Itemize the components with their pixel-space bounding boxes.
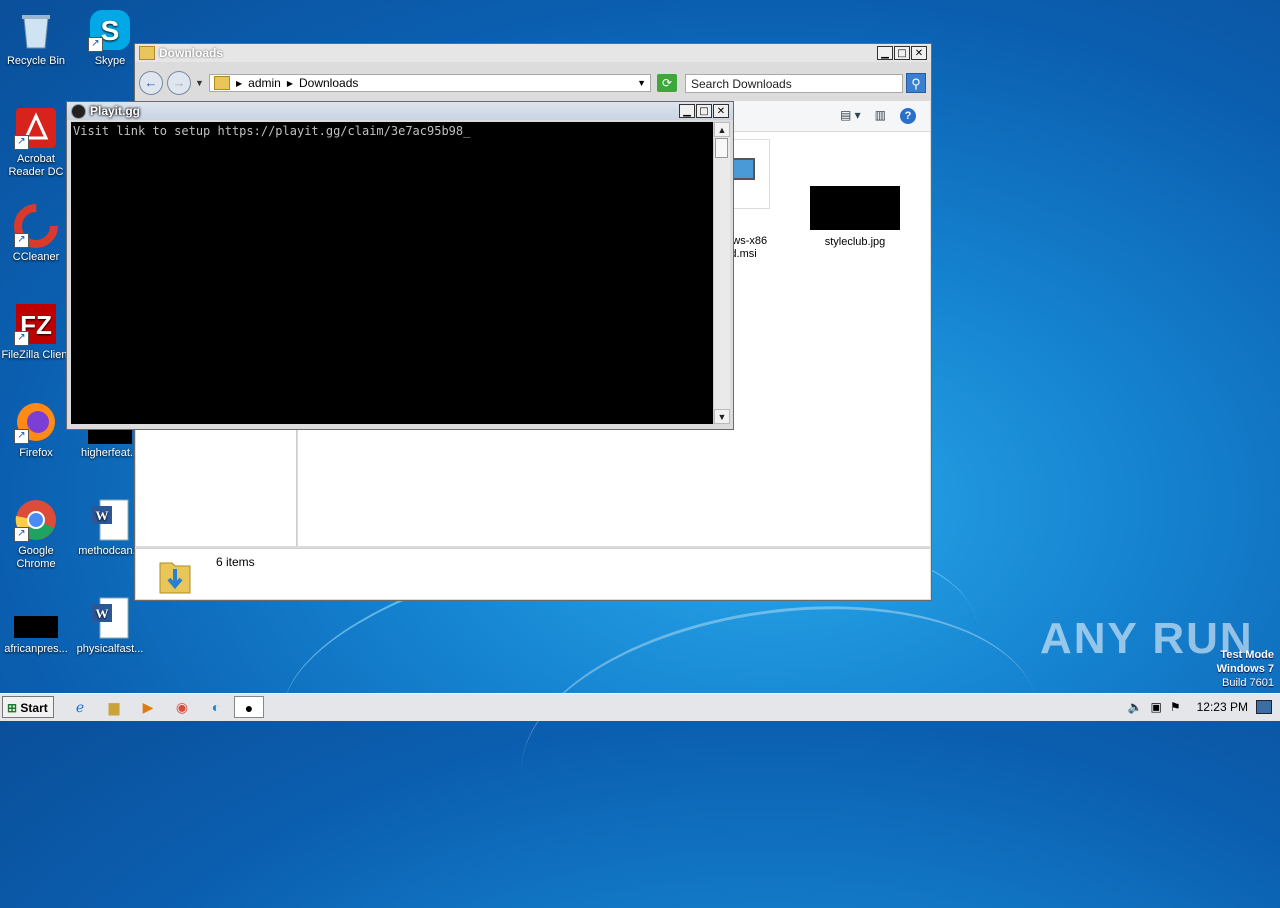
shortcut-arrow-icon: ↗ bbox=[14, 429, 29, 444]
media-player-taskbar-icon[interactable]: ▶ bbox=[134, 696, 162, 718]
shortcut-arrow-icon: ↗ bbox=[88, 37, 103, 52]
downloads-folder-icon bbox=[158, 555, 191, 594]
breadcrumb-downloads[interactable]: Downloads bbox=[299, 76, 358, 90]
desktop-icon-acrobat[interactable]: ↗ Acrobat Reader DC bbox=[0, 106, 72, 179]
scroll-up-icon[interactable]: ▲ bbox=[714, 122, 730, 137]
explorer-titlebar[interactable]: Downloads ▁ □ ✕ bbox=[135, 44, 931, 62]
word-document-icon: W bbox=[88, 498, 132, 542]
console-window[interactable]: Playit.gg ▁ □ ✕ Visit link to setup http… bbox=[66, 101, 734, 430]
desktop-icon-ccleaner[interactable]: ↗ CCleaner bbox=[0, 204, 72, 264]
desktop-icon-africanpres[interactable]: africanpres... bbox=[0, 596, 72, 656]
folder-icon bbox=[214, 76, 230, 90]
breadcrumb-separator-icon: ▶ bbox=[236, 78, 243, 88]
network-icon[interactable]: ▣ bbox=[1151, 700, 1162, 714]
status-bar: 6 items bbox=[136, 548, 930, 599]
address-bar[interactable]: ▶ admin ▶ Downloads ▼ bbox=[209, 74, 651, 92]
recent-pages-dropdown[interactable]: ▼ bbox=[195, 78, 204, 88]
ie-taskbar-icon[interactable]: ℯ bbox=[66, 696, 94, 718]
minimize-button[interactable]: ▁ bbox=[877, 46, 893, 60]
acrobat-reader-icon: ↗ bbox=[14, 106, 58, 150]
maximize-button[interactable]: □ bbox=[894, 46, 910, 60]
search-input[interactable]: Search Downloads bbox=[685, 74, 903, 93]
scroll-down-icon[interactable]: ▼ bbox=[714, 409, 730, 424]
breadcrumb-separator-icon: ▶ bbox=[286, 78, 293, 88]
scroll-thumb[interactable] bbox=[715, 138, 728, 158]
show-desktop-icon[interactable] bbox=[1256, 700, 1272, 714]
desktop-icon-chrome[interactable]: ↗ Google Chrome bbox=[0, 498, 72, 571]
image-thumbnail-icon bbox=[810, 186, 900, 230]
close-button[interactable]: ✕ bbox=[911, 46, 927, 60]
file-name: styleclub.jpg bbox=[824, 236, 886, 248]
windows-logo-icon: ⊞ bbox=[7, 701, 18, 715]
search-icon[interactable]: ⚲ bbox=[906, 73, 926, 93]
chrome-taskbar-icon[interactable]: ◉ bbox=[168, 696, 196, 718]
flag-icon[interactable]: ⚑ bbox=[1170, 700, 1181, 714]
file-item[interactable]: styleclub.jpg bbox=[804, 186, 906, 249]
address-dropdown-icon[interactable]: ▼ bbox=[637, 78, 646, 88]
svg-text:S: S bbox=[101, 15, 120, 46]
filezilla-icon: FZ ↗ bbox=[14, 302, 58, 346]
recycle-bin-icon bbox=[14, 8, 58, 52]
forward-button[interactable]: → bbox=[167, 71, 191, 95]
minimize-button[interactable]: ▁ bbox=[679, 104, 695, 118]
watermark-line: Test Mode bbox=[1220, 649, 1274, 661]
skype-icon: S ↗ bbox=[88, 8, 132, 52]
svg-text:W: W bbox=[96, 508, 109, 523]
shortcut-arrow-icon: ↗ bbox=[14, 331, 29, 346]
item-count: 6 items bbox=[216, 555, 255, 569]
explorer-taskbar-icon[interactable]: ▆ bbox=[100, 696, 128, 718]
back-button[interactable]: ← bbox=[139, 71, 163, 95]
desktop-icon-filezilla[interactable]: FZ ↗ FileZilla Client bbox=[0, 302, 72, 362]
help-icon[interactable]: ? bbox=[900, 108, 916, 124]
start-button[interactable]: ⊞ Start bbox=[2, 696, 54, 718]
console-titlebar[interactable]: Playit.gg ▁ □ ✕ bbox=[67, 102, 733, 120]
close-button[interactable]: ✕ bbox=[713, 104, 729, 118]
window-title: Playit.gg bbox=[90, 104, 141, 118]
change-view-icon[interactable]: ▤ ▾ bbox=[840, 108, 861, 124]
desktop-icon-physicalfast[interactable]: W physicalfast... bbox=[74, 596, 146, 656]
console-output[interactable]: Visit link to setup https://playit.gg/cl… bbox=[71, 122, 713, 424]
volume-icon[interactable]: 🔈 bbox=[1128, 700, 1143, 714]
maximize-button[interactable]: □ bbox=[696, 104, 712, 118]
taskbar: ⊞ Start ℯ ▆ ▶ ◉ ◐ ● 🔈 ▣ ⚑ 12:23 PM bbox=[0, 693, 1280, 721]
word-document-icon: W bbox=[88, 596, 132, 640]
vertical-scrollbar[interactable]: ▲ ▼ bbox=[713, 122, 730, 424]
preview-pane-icon[interactable]: ▥ bbox=[875, 108, 886, 124]
ccleaner-icon: ↗ bbox=[14, 204, 58, 248]
svg-text:W: W bbox=[96, 606, 109, 621]
desktop-icon-recycle-bin[interactable]: Recycle Bin bbox=[0, 8, 72, 68]
firefox-icon: ↗ bbox=[14, 400, 58, 444]
window-title: Downloads bbox=[159, 46, 224, 60]
shortcut-arrow-icon: ↗ bbox=[14, 233, 29, 248]
shortcut-arrow-icon: ↗ bbox=[14, 527, 29, 542]
clock[interactable]: 12:23 PM bbox=[1197, 700, 1248, 714]
start-label: Start bbox=[20, 701, 48, 715]
image-thumbnail-icon bbox=[14, 596, 58, 640]
watermark-line: Build 7601 bbox=[1222, 677, 1274, 689]
playit-app-icon bbox=[71, 103, 86, 119]
breadcrumb-admin[interactable]: admin bbox=[248, 76, 281, 90]
system-tray: 🔈 ▣ ⚑ 12:23 PM bbox=[1128, 696, 1280, 718]
edge-taskbar-icon[interactable]: ◐ bbox=[202, 696, 230, 718]
shortcut-arrow-icon: ↗ bbox=[14, 135, 29, 150]
desktop-icon-firefox[interactable]: ↗ Firefox bbox=[0, 400, 72, 460]
chrome-icon: ↗ bbox=[14, 498, 58, 542]
windows-watermark: Test Mode Windows 7 Build 7601 bbox=[1217, 648, 1274, 690]
watermark-line: Windows 7 bbox=[1216, 663, 1274, 675]
folder-icon bbox=[139, 46, 155, 60]
refresh-button[interactable]: ⟳ bbox=[657, 74, 677, 92]
playit-taskbar-icon[interactable]: ● bbox=[234, 696, 264, 718]
